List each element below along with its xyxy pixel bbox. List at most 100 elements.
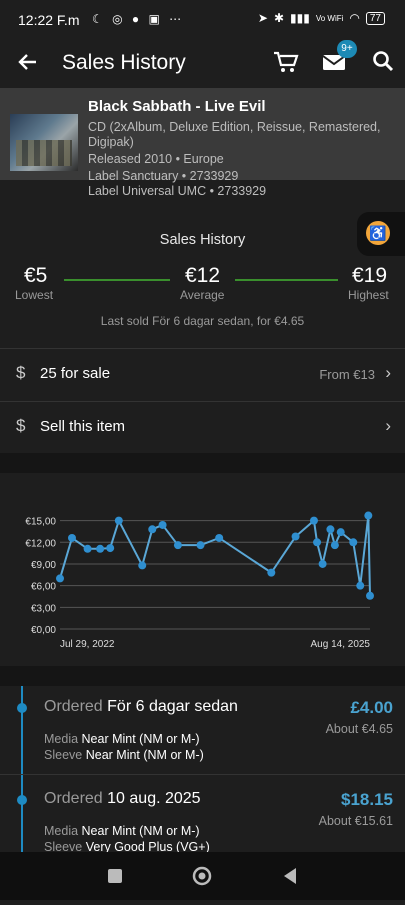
album-cover [10, 114, 78, 171]
status-time: 12:22 F.m [18, 12, 80, 28]
data-point [313, 538, 322, 547]
lowest-price: €5 [24, 264, 48, 287]
sales-chart-svg: €0,00 €3,00 €6,00 €9,00 €12,00 €15,00 Jul 29, … [25, 511, 374, 650]
average-label: Average [180, 288, 225, 302]
accessibility-button[interactable]: ♿ [357, 212, 405, 256]
highest-label: Highest [348, 288, 389, 302]
back-arrow-icon[interactable] [16, 50, 40, 81]
for-sale-label: 25 for sale [40, 365, 111, 382]
status-bar: 12:22 F.m ☾ ◎ ● ▣ ⋯ ➤ ✱ ▮▮▮ Vo WiFi ◠ 77 [0, 0, 405, 40]
highest-price: €19 [352, 264, 388, 287]
data-point [330, 541, 339, 550]
page-title: Sales History [62, 51, 186, 74]
system-icons: ➤ ✱ ▮▮▮ Vo WiFi ◠ 77 [258, 11, 385, 25]
data-point [83, 544, 92, 553]
lowest-label: Lowest [15, 288, 54, 302]
media-grade: Near Mint (NM or M-) [81, 732, 200, 746]
ordered-label: Ordered [44, 698, 103, 715]
data-point [148, 525, 157, 534]
sales-chart: €0,00 €3,00 €6,00 €9,00 €12,00 €15,00 Jul 29, … [0, 473, 405, 666]
y-tick-label: €12,00 [25, 538, 56, 549]
sell-item-label: Sell this item [40, 418, 126, 435]
average-line-right [235, 279, 338, 281]
notification-icons: ☾ ◎ ● ▣ ⋯ [92, 12, 185, 26]
media-label: Media [44, 824, 79, 838]
average-price: €12 [185, 264, 221, 287]
data-point [309, 516, 318, 525]
timeline-dot [17, 703, 27, 713]
cart-icon[interactable] [273, 50, 299, 79]
dollar-icon: $ [16, 416, 26, 435]
data-point [336, 528, 345, 537]
sleeve-label: Sleeve [44, 748, 83, 762]
sales-summary: Sales History €5 Lowest €12 Average €19 … [0, 218, 405, 348]
location-icon: ➤ [257, 11, 268, 25]
signal-icon: ▮▮▮ [290, 11, 310, 25]
data-point [96, 544, 105, 553]
system-nav-bar [0, 852, 405, 900]
y-tick-label: €15,00 [25, 517, 56, 528]
back-button[interactable] [284, 868, 296, 884]
order-divider [0, 774, 405, 775]
media-condition: Media Near Mint (NM or M-) [44, 824, 200, 838]
data-point [364, 511, 373, 520]
order-about-price: About €15.61 [318, 814, 393, 828]
search-icon[interactable] [372, 50, 394, 77]
message-count-badge: 9+ [337, 40, 357, 58]
order-amount: $18.15 [341, 790, 393, 809]
section-divider [0, 666, 405, 686]
release-format: CD (2xAlbum, Deluxe Edition, Reissue, Re… [88, 120, 381, 149]
y-tick-label: €3,00 [31, 603, 56, 614]
order-heading: Ordered 10 aug. 2025 [44, 790, 201, 808]
series-line [59, 515, 371, 596]
x-tick-label: Jul 29, 2022 [60, 639, 115, 650]
data-point [326, 525, 335, 534]
sleeve-condition: Sleeve Near Mint (NM or M-) [44, 748, 204, 762]
summary-title: Sales History [159, 232, 246, 248]
data-point [67, 533, 76, 542]
y-tick-label: €0,00 [31, 625, 56, 636]
order-date: För 6 dagar sedan [107, 698, 238, 715]
release-label-2: Label Universal UMC • 2733929 [88, 184, 267, 198]
timeline-dot [17, 795, 27, 805]
data-point [267, 568, 276, 577]
ordered-label: Ordered [44, 790, 103, 807]
sell-item-row[interactable]: $ Sell this item › [0, 401, 405, 453]
sleeve-grade: Near Mint (NM or M-) [85, 748, 204, 762]
release-date-country: Released 2010 • Europe [88, 152, 224, 166]
chevron-right-icon: › [385, 363, 391, 382]
media-condition: Media Near Mint (NM or M-) [44, 732, 200, 746]
x-tick-label: Aug 14, 2025 [311, 639, 371, 650]
chevron-right-icon: › [385, 416, 391, 435]
data-point [291, 532, 300, 541]
release-title: Black Sabbath - Live Evil [88, 98, 266, 115]
order-item[interactable]: Ordered För 6 dagar sedan £4.00 About €4… [0, 688, 405, 780]
order-heading: Ordered För 6 dagar sedan [44, 698, 238, 716]
recent-apps-button[interactable] [108, 869, 122, 883]
media-label: Media [44, 732, 79, 746]
section-divider [0, 453, 405, 473]
data-point [114, 516, 123, 525]
data-point [215, 533, 224, 542]
last-sold-text: Last sold För 6 dagar sedan, for €4.65 [100, 314, 305, 328]
battery-icon: 77 [365, 11, 385, 25]
media-grade: Near Mint (NM or M-) [81, 824, 200, 838]
data-point [56, 574, 64, 583]
data-point [106, 544, 115, 553]
data-point [356, 581, 365, 590]
y-tick-label: €9,00 [31, 560, 56, 571]
wifi-icon: ◠ [349, 11, 360, 25]
app-bar: Sales History 9+ [0, 40, 405, 88]
vowifi-label: Vo WiFi [315, 13, 344, 23]
data-point [173, 541, 182, 550]
for-sale-row[interactable]: $ 25 for sale From €13 › [0, 348, 405, 400]
release-header[interactable]: Black Sabbath - Live Evil CD (2xAlbum, D… [0, 88, 405, 198]
home-button-inner [198, 872, 206, 880]
data-point [366, 591, 374, 600]
order-amount: £4.00 [350, 698, 393, 717]
data-point [158, 520, 167, 529]
data-point [318, 559, 327, 568]
bluetooth-icon: ✱ [273, 11, 285, 25]
order-about-price: About €4.65 [325, 722, 393, 736]
for-sale-from-price: From €13 [319, 367, 375, 382]
